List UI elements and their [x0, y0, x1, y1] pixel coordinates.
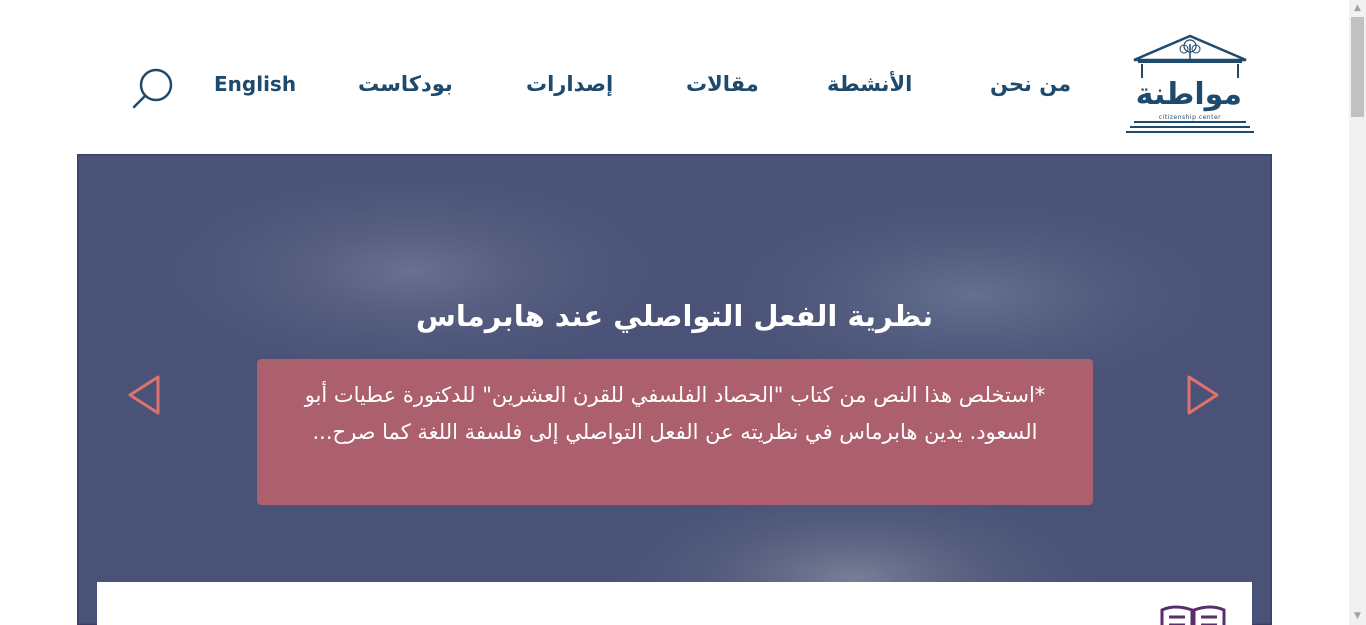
search-icon[interactable]: [131, 66, 177, 112]
chevron-left-icon: [128, 375, 160, 415]
slider-prev-button[interactable]: [126, 374, 162, 416]
scroll-down-arrow-icon[interactable]: ▼: [1349, 608, 1366, 625]
hero-slider: نظرية الفعل التواصلي عند هابرماس *استخلص…: [77, 154, 1272, 625]
nav-podcast[interactable]: بودكاست: [358, 66, 453, 102]
open-book-icon: [1159, 604, 1227, 625]
scrollbar-thumb[interactable]: [1351, 17, 1364, 117]
content-card: [97, 582, 1252, 625]
hero-excerpt-box: *استخلص هذا النص من كتاب "الحصاد الفلسفي…: [257, 359, 1093, 505]
nav-articles[interactable]: مقالات: [686, 66, 759, 102]
chevron-right-icon: [1187, 375, 1219, 415]
site-logo[interactable]: مواطنة citizenship center: [1124, 34, 1256, 136]
hero-title[interactable]: نظرية الفعل التواصلي عند هابرماس: [77, 294, 1272, 338]
site-header: مواطنة citizenship center من نحن الأنشطة…: [0, 0, 1349, 154]
nav-about[interactable]: من نحن: [990, 66, 1071, 102]
nav-publications[interactable]: إصدارات: [526, 66, 613, 102]
nav-language-english[interactable]: English: [214, 66, 296, 102]
page-scrollbar[interactable]: ▲ ▼: [1349, 0, 1366, 625]
page: مواطنة citizenship center من نحن الأنشطة…: [0, 0, 1366, 625]
slider-next-button[interactable]: [1185, 374, 1221, 416]
logo-wordmark: مواطنة: [1135, 77, 1242, 112]
scroll-up-arrow-icon[interactable]: ▲: [1349, 0, 1366, 17]
nav-activities[interactable]: الأنشطة: [827, 66, 912, 102]
hero-excerpt-text: *استخلص هذا النص من كتاب "الحصاد الفلسفي…: [304, 383, 1046, 444]
logo-subtitle: citizenship center: [1158, 114, 1222, 121]
